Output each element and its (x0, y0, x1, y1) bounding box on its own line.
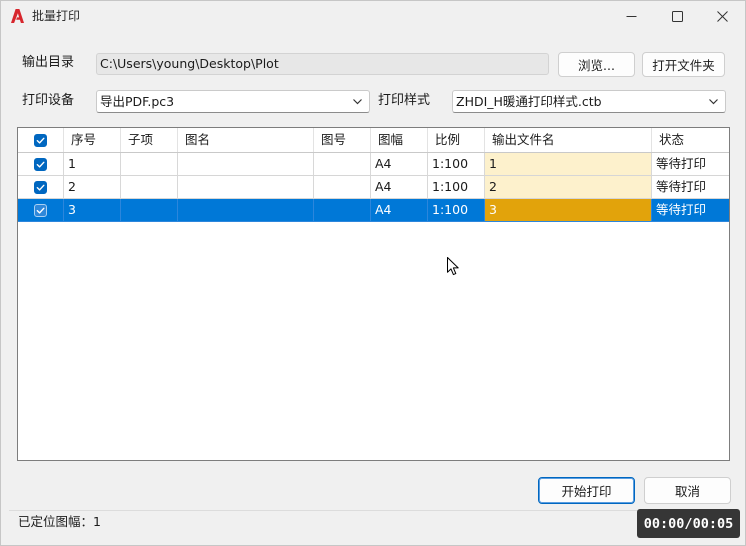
table-header: 序号 子项 图名 图号 图幅 比例 输出文件名 状态 (18, 128, 729, 153)
maximize-icon (671, 10, 683, 22)
minimize-button[interactable] (608, 1, 654, 31)
table-row[interactable]: 2 A4 1:100 2 等待打印 (18, 176, 729, 199)
output-dir-field[interactable]: C:\Users\young\Desktop\Plot (96, 53, 549, 75)
cell-status[interactable]: 等待打印 (652, 176, 729, 199)
cancel-button[interactable]: 取消 (644, 477, 731, 504)
cell-index[interactable]: 1 (64, 153, 121, 176)
checkmark-icon (36, 137, 45, 144)
cell-status[interactable]: 等待打印 (652, 199, 729, 222)
cell-sheet-size[interactable]: A4 (371, 199, 428, 222)
autocad-logo-icon (11, 9, 24, 23)
close-button[interactable] (699, 1, 745, 31)
row-checkbox[interactable] (34, 157, 47, 171)
column-header-status[interactable]: 状态 (652, 128, 729, 152)
cell-drawing-name[interactable] (178, 176, 314, 199)
row-check-cell[interactable] (18, 199, 64, 222)
column-header-sub-item[interactable]: 子项 (121, 128, 178, 152)
plot-device-label: 打印设备 (22, 93, 75, 108)
column-header-sheet-size[interactable]: 图幅 (371, 128, 428, 152)
row-check-cell[interactable] (18, 153, 64, 176)
column-header-drawing-number[interactable]: 图号 (314, 128, 371, 152)
close-icon (716, 10, 728, 22)
plot-device-select[interactable]: 导出PDF.pc3 (96, 90, 370, 113)
cell-drawing-name[interactable] (178, 153, 314, 176)
cell-drawing-number[interactable] (314, 153, 371, 176)
cell-scale[interactable]: 1:100 (428, 153, 485, 176)
plot-style-value: ZHDI_H暖通打印样式.ctb (456, 94, 602, 109)
row-checkbox[interactable] (34, 203, 47, 217)
start-print-button[interactable]: 开始打印 (538, 477, 635, 504)
status-separator (9, 510, 739, 511)
batch-print-dialog: 批量打印 输出目录 C:\Users\young\Desktop\Plot 浏览… (0, 0, 746, 546)
column-header-output-filename[interactable]: 输出文件名 (485, 128, 652, 152)
cell-sub-item[interactable] (121, 153, 178, 176)
checkmark-icon (36, 161, 45, 168)
checkmark-icon (36, 184, 45, 191)
cell-drawing-name[interactable] (178, 199, 314, 222)
cell-sub-item[interactable] (121, 176, 178, 199)
cell-drawing-number[interactable] (314, 176, 371, 199)
cell-sheet-size[interactable]: A4 (371, 153, 428, 176)
cell-output-filename[interactable]: 2 (485, 176, 652, 199)
browse-button[interactable]: 浏览... (558, 52, 635, 77)
cell-status[interactable]: 等待打印 (652, 153, 729, 176)
minimize-icon (626, 11, 637, 22)
column-header-scale[interactable]: 比例 (428, 128, 485, 152)
column-header-drawing-name[interactable]: 图名 (178, 128, 314, 152)
row-check-cell[interactable] (18, 176, 64, 199)
cell-sheet-size[interactable]: A4 (371, 176, 428, 199)
maximize-button[interactable] (654, 1, 700, 31)
checkmark-icon (36, 207, 45, 214)
chevron-down-icon (708, 96, 719, 107)
chevron-down-icon (352, 96, 363, 107)
plot-style-label: 打印样式 (378, 93, 431, 108)
cell-drawing-number[interactable] (314, 199, 371, 222)
recording-timer: 00:00/00:05 (637, 509, 740, 538)
print-list-table[interactable]: 序号 子项 图名 图号 图幅 比例 输出文件名 状态 1 A4 1:100 1 等待打印 2 A4 1:10… (17, 127, 730, 461)
open-folder-button[interactable]: 打开文件夹 (642, 52, 725, 77)
window-title: 批量打印 (32, 9, 81, 23)
row-checkbox[interactable] (34, 180, 47, 194)
plot-style-select[interactable]: ZHDI_H暖通打印样式.ctb (452, 90, 726, 113)
cell-sub-item[interactable] (121, 199, 178, 222)
table-body: 1 A4 1:100 1 等待打印 2 A4 1:100 2 等待打印 3 A4 1:100 3 等待打印 (18, 153, 729, 222)
select-all-checkbox[interactable] (34, 133, 47, 147)
mouse-cursor-icon (447, 257, 459, 276)
cell-output-filename[interactable]: 3 (485, 199, 652, 222)
status-text: 已定位图幅：1 (18, 514, 101, 529)
title-bar[interactable]: 批量打印 (1, 1, 745, 31)
plot-device-value: 导出PDF.pc3 (100, 94, 175, 109)
output-dir-label: 输出目录 (22, 55, 75, 70)
column-header-index[interactable]: 序号 (64, 128, 121, 152)
cell-index[interactable]: 2 (64, 176, 121, 199)
select-all-cell (18, 128, 64, 152)
table-row[interactable]: 1 A4 1:100 1 等待打印 (18, 153, 729, 176)
cell-output-filename[interactable]: 1 (485, 153, 652, 176)
table-row[interactable]: 3 A4 1:100 3 等待打印 (18, 199, 729, 222)
cell-scale[interactable]: 1:100 (428, 176, 485, 199)
cell-index[interactable]: 3 (64, 199, 121, 222)
cell-scale[interactable]: 1:100 (428, 199, 485, 222)
